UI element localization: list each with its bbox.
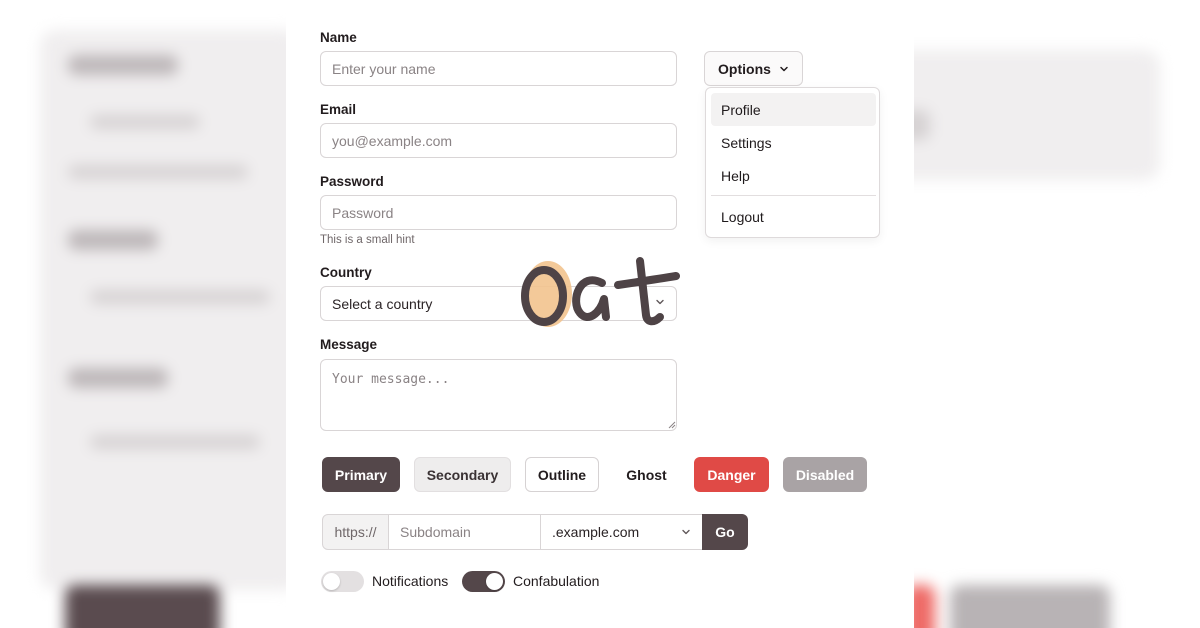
- toggle-knob: [323, 573, 340, 590]
- menu-divider: [711, 195, 876, 196]
- notifications-label: Notifications: [372, 573, 449, 589]
- message-textarea[interactable]: [320, 359, 677, 431]
- menu-item-profile[interactable]: Profile: [711, 93, 876, 126]
- options-button[interactable]: Options: [704, 51, 803, 86]
- email-label: Email: [320, 102, 357, 117]
- menu-item-help[interactable]: Help: [711, 159, 876, 192]
- email-input[interactable]: [320, 123, 677, 158]
- notifications-toggle[interactable]: [321, 571, 364, 592]
- country-select-value: Select a country: [332, 295, 433, 312]
- confabulation-toggle[interactable]: [462, 571, 505, 592]
- go-button[interactable]: Go: [702, 514, 748, 550]
- oat-logo: [521, 257, 680, 327]
- password-label: Password: [320, 174, 384, 189]
- danger-button[interactable]: Danger: [694, 457, 769, 492]
- country-label: Country: [320, 265, 372, 280]
- outline-button[interactable]: Outline: [525, 457, 599, 492]
- disabled-button: Disabled: [783, 457, 867, 492]
- name-label: Name: [320, 30, 357, 45]
- domain-select-value: .example.com: [552, 524, 640, 540]
- url-input-group: https:// .example.com Go: [322, 514, 748, 550]
- toggle-knob: [486, 573, 503, 590]
- secondary-button[interactable]: Secondary: [414, 457, 511, 492]
- password-input[interactable]: [320, 195, 677, 230]
- name-input[interactable]: [320, 51, 677, 86]
- chevron-down-icon: [779, 61, 789, 77]
- url-prefix: https://: [322, 514, 389, 550]
- message-label: Message: [320, 337, 378, 352]
- ghost-button[interactable]: Ghost: [613, 457, 680, 492]
- options-menu: Profile Settings Help Logout: [705, 87, 880, 238]
- subdomain-input[interactable]: [388, 514, 541, 550]
- menu-item-settings[interactable]: Settings: [711, 126, 876, 159]
- chevron-down-icon: [681, 524, 691, 540]
- password-hint: This is a small hint: [320, 234, 415, 246]
- confabulation-label: Confabulation: [513, 573, 600, 589]
- domain-select[interactable]: .example.com: [540, 514, 703, 550]
- resize-grip-icon[interactable]: [668, 421, 676, 429]
- form-panel: Name Email Password This is a small hint…: [286, 0, 914, 628]
- menu-item-logout[interactable]: Logout: [711, 200, 876, 233]
- primary-button[interactable]: Primary: [322, 457, 400, 492]
- options-button-label: Options: [718, 60, 771, 77]
